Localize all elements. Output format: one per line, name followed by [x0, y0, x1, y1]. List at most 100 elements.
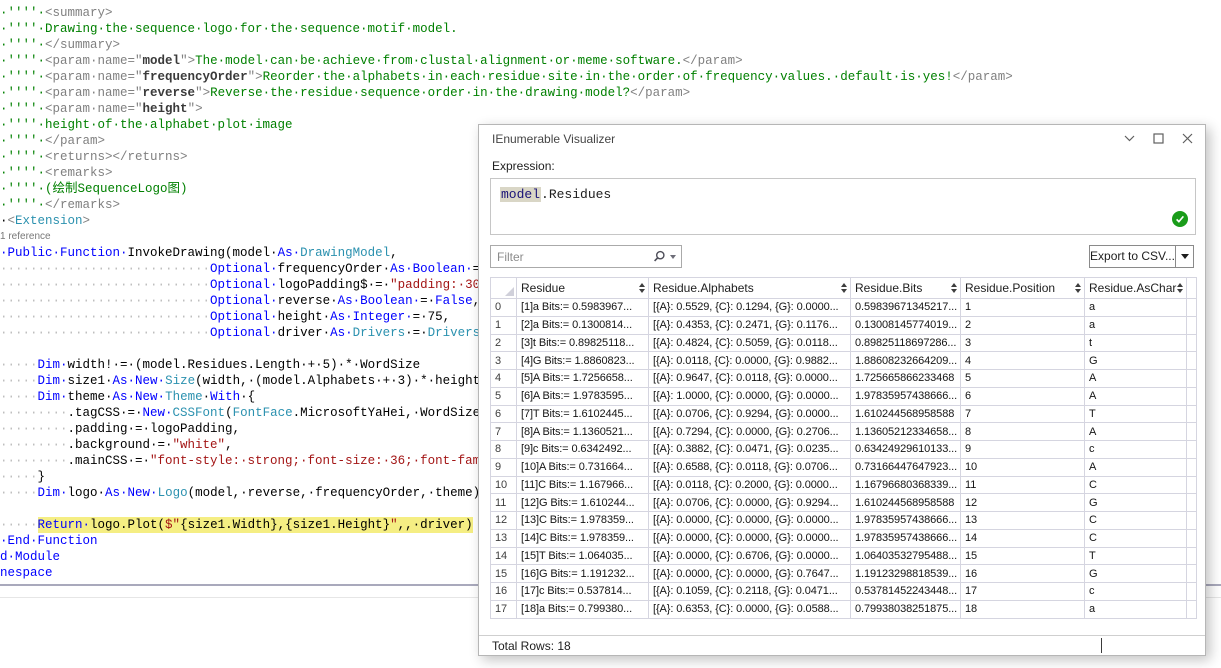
row-header[interactable]: 14 [491, 547, 517, 565]
column-header-residue-bits[interactable]: Residue.Bits [851, 278, 961, 299]
cell-residue[interactable]: [2]a Bits:= 0.1300814... [517, 316, 649, 334]
search-icon[interactable] [653, 250, 666, 263]
column-header-residue-aschar[interactable]: Residue.AsChar [1085, 278, 1187, 299]
cell-residue-alphabets[interactable]: [{A}: 0.4824, {C}: 0.5059, {G}: 0.0118..… [649, 334, 851, 352]
cell-residue[interactable]: [18]a Bits:= 0.799380... [517, 600, 649, 618]
filter-input[interactable] [491, 246, 641, 267]
maximize-button[interactable] [1148, 130, 1168, 147]
row-header[interactable]: 5 [491, 387, 517, 405]
cell-residue[interactable]: [12]G Bits:= 1.610244... [517, 494, 649, 512]
cell-residue-bits[interactable]: 0.73166447647923... [851, 458, 961, 476]
cell-residue[interactable]: [9]c Bits:= 0.6342492... [517, 441, 649, 459]
cell-residue-aschar[interactable]: A [1085, 423, 1187, 441]
cell-residue[interactable]: [7]T Bits:= 1.6102445... [517, 405, 649, 423]
cell-residue-bits[interactable]: 0.79938038251875... [851, 600, 961, 618]
cell-residue-position[interactable]: 8 [961, 423, 1085, 441]
row-header[interactable]: 2 [491, 334, 517, 352]
cell-residue-aschar[interactable]: G [1085, 565, 1187, 583]
cell-residue[interactable]: [3]t Bits:= 0.89825118... [517, 334, 649, 352]
cell-residue-alphabets[interactable]: [{A}: 0.3882, {C}: 0.0471, {G}: 0.0235..… [649, 441, 851, 459]
cell-residue-bits[interactable]: 1.16796680368339... [851, 476, 961, 494]
cell-residue[interactable]: [8]A Bits:= 1.1360521... [517, 423, 649, 441]
row-header[interactable]: 7 [491, 423, 517, 441]
column-header-residue[interactable]: Residue [517, 278, 649, 299]
cell-residue-alphabets[interactable]: [{A}: 0.1059, {C}: 0.2118, {G}: 0.0471..… [649, 583, 851, 601]
cell-residue[interactable]: [1]a Bits:= 0.5983967... [517, 299, 649, 317]
row-header[interactable]: 12 [491, 512, 517, 530]
cell-residue-alphabets[interactable]: [{A}: 0.0118, {C}: 0.0000, {G}: 0.9882..… [649, 352, 851, 370]
cell-residue-position[interactable]: 10 [961, 458, 1085, 476]
cell-residue-alphabets[interactable]: [{A}: 0.0000, {C}: 0.0000, {G}: 0.0000..… [649, 512, 851, 530]
cell-residue[interactable]: [5]A Bits:= 1.7256658... [517, 370, 649, 388]
cell-residue-aschar[interactable]: G [1085, 352, 1187, 370]
expression-input[interactable]: model.Residues [490, 178, 1196, 235]
close-button[interactable] [1177, 130, 1197, 147]
cell-residue-position[interactable]: 5 [961, 370, 1085, 388]
cell-residue-position[interactable]: 17 [961, 583, 1085, 601]
cell-residue-aschar[interactable]: G [1085, 494, 1187, 512]
cell-residue-position[interactable]: 7 [961, 405, 1085, 423]
cell-residue-position[interactable]: 6 [961, 387, 1085, 405]
row-header[interactable]: 6 [491, 405, 517, 423]
cell-residue-aschar[interactable]: A [1085, 458, 1187, 476]
cell-residue-position[interactable]: 15 [961, 547, 1085, 565]
cell-residue-position[interactable]: 16 [961, 565, 1085, 583]
cell-residue-alphabets[interactable]: [{A}: 0.0118, {C}: 0.2000, {G}: 0.0000..… [649, 476, 851, 494]
row-header[interactable]: 3 [491, 352, 517, 370]
cell-residue-alphabets[interactable]: [{A}: 0.0706, {C}: 0.0000, {G}: 0.9294..… [649, 494, 851, 512]
cell-residue-bits[interactable]: 0.13008145774019... [851, 316, 961, 334]
cell-residue-alphabets[interactable]: [{A}: 0.0000, {C}: 0.0000, {G}: 0.0000..… [649, 529, 851, 547]
cell-residue-aschar[interactable]: A [1085, 370, 1187, 388]
chevron-down-icon[interactable] [670, 255, 676, 259]
cell-residue-alphabets[interactable]: [{A}: 0.9647, {C}: 0.0118, {G}: 0.0000..… [649, 370, 851, 388]
cell-residue-position[interactable]: 11 [961, 476, 1085, 494]
export-dropdown-arrow[interactable] [1175, 246, 1193, 267]
cell-residue-aschar[interactable]: C [1085, 476, 1187, 494]
cell-residue-alphabets[interactable]: [{A}: 0.6588, {C}: 0.0118, {G}: 0.0706..… [649, 458, 851, 476]
row-header[interactable]: 1 [491, 316, 517, 334]
cell-residue-alphabets[interactable]: [{A}: 0.4353, {C}: 0.2471, {G}: 0.1176..… [649, 316, 851, 334]
cell-residue[interactable]: [16]G Bits:= 1.191232... [517, 565, 649, 583]
cell-residue[interactable]: [4]G Bits:= 1.8860823... [517, 352, 649, 370]
cell-residue-bits[interactable]: 1.610244568958588 [851, 494, 961, 512]
cell-residue-bits[interactable]: 1.88608232664209... [851, 352, 961, 370]
row-header[interactable]: 13 [491, 529, 517, 547]
cell-residue-bits[interactable]: 0.59839671345217... [851, 299, 961, 317]
cell-residue-bits[interactable]: 1.97835957438666... [851, 387, 961, 405]
cell-residue[interactable]: [6]A Bits:= 1.9783595... [517, 387, 649, 405]
cell-residue-aschar[interactable]: A [1085, 387, 1187, 405]
cell-residue-aschar[interactable]: c [1085, 441, 1187, 459]
cell-residue-alphabets[interactable]: [{A}: 0.7294, {C}: 0.0000, {G}: 0.2706..… [649, 423, 851, 441]
row-header[interactable]: 11 [491, 494, 517, 512]
cell-residue-alphabets[interactable]: [{A}: 0.0706, {C}: 0.9294, {G}: 0.0000..… [649, 405, 851, 423]
cell-residue-bits[interactable]: 0.63424929610133... [851, 441, 961, 459]
cell-residue-bits[interactable]: 1.97835957438666... [851, 512, 961, 530]
cell-residue-bits[interactable]: 1.97835957438666... [851, 529, 961, 547]
cell-residue-position[interactable]: 14 [961, 529, 1085, 547]
cell-residue-bits[interactable]: 1.19123298818539... [851, 565, 961, 583]
cell-residue[interactable]: [13]C Bits:= 1.978359... [517, 512, 649, 530]
cell-residue-aschar[interactable]: C [1085, 512, 1187, 530]
column-header-residue-alphabets[interactable]: Residue.Alphabets [649, 278, 851, 299]
cell-residue-aschar[interactable]: a [1085, 299, 1187, 317]
cell-residue-aschar[interactable]: t [1085, 334, 1187, 352]
cell-residue-alphabets[interactable]: [{A}: 0.6353, {C}: 0.0000, {G}: 0.0588..… [649, 600, 851, 618]
cell-residue-aschar[interactable]: T [1085, 547, 1187, 565]
cell-residue-bits[interactable]: 1.725665866233468 [851, 370, 961, 388]
row-header[interactable]: 17 [491, 600, 517, 618]
cell-residue-alphabets[interactable]: [{A}: 0.5529, {C}: 0.1294, {G}: 0.0000..… [649, 299, 851, 317]
dialog-titlebar[interactable]: IEnumerable Visualizer [479, 125, 1205, 151]
cell-residue-bits[interactable]: 0.53781452243448... [851, 583, 961, 601]
row-header[interactable]: 8 [491, 441, 517, 459]
cell-residue-position[interactable]: 13 [961, 512, 1085, 530]
cell-residue-aschar[interactable]: a [1085, 316, 1187, 334]
cell-residue-position[interactable]: 18 [961, 600, 1085, 618]
row-header[interactable]: 4 [491, 370, 517, 388]
cell-residue[interactable]: [17]c Bits:= 0.537814... [517, 583, 649, 601]
cell-residue[interactable]: [14]C Bits:= 1.978359... [517, 529, 649, 547]
cell-residue-alphabets[interactable]: [{A}: 0.0000, {C}: 0.0000, {G}: 0.7647..… [649, 565, 851, 583]
cell-residue-bits[interactable]: 1.13605212334658... [851, 423, 961, 441]
cell-residue-position[interactable]: 3 [961, 334, 1085, 352]
row-header[interactable]: 15 [491, 565, 517, 583]
cell-residue[interactable]: [10]A Bits:= 0.731664... [517, 458, 649, 476]
